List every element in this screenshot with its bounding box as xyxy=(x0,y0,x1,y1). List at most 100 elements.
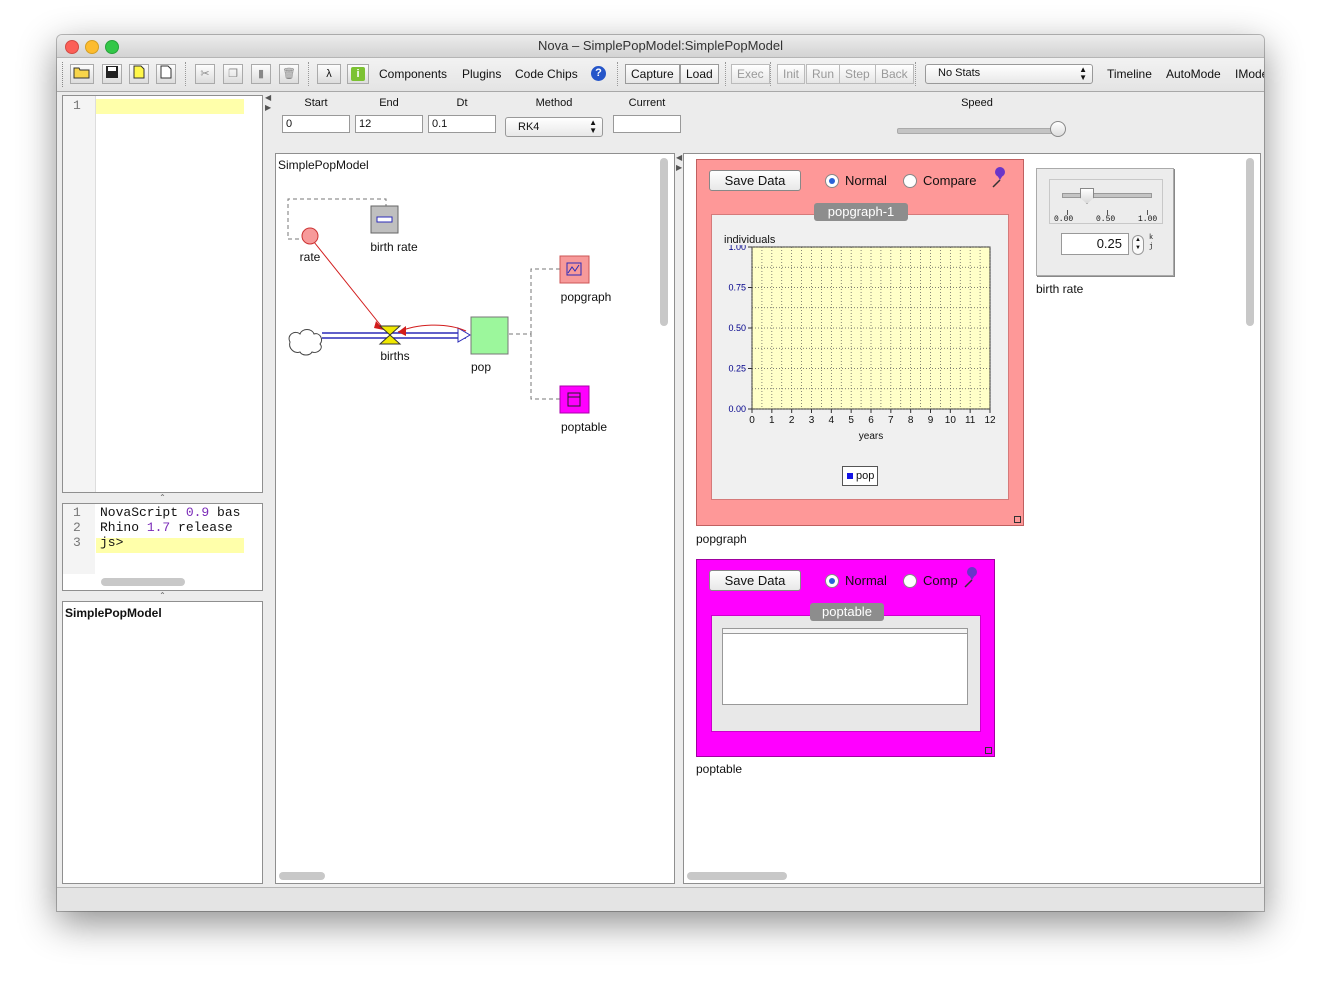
project-panel: SimplePopModel xyxy=(62,601,263,884)
new-yellow-file-button[interactable] xyxy=(129,64,149,84)
editor-line-number: 1 xyxy=(73,98,81,113)
poptable-tab[interactable]: poptable xyxy=(810,603,884,621)
splitter-handle[interactable]: ⌃ xyxy=(62,591,263,601)
popgraph-chart: 0 1 2 3 4 5 6 7 8 9 10 11 121.000.750.500.250.00year… xyxy=(728,245,996,442)
method-select[interactable]: RK4 ▲ ▼ xyxy=(505,117,603,137)
tick-label: 0.50 xyxy=(1096,215,1116,224)
editor-current-line[interactable] xyxy=(96,99,244,114)
pin-icon[interactable] xyxy=(989,166,1007,188)
app-window: Nova – SimplePopModel:SimplePopModel ✂ ❐… xyxy=(57,35,1264,911)
imode-button[interactable]: IMode xyxy=(1235,67,1264,81)
lambda-button[interactable]: λ xyxy=(317,64,341,84)
console-line-numbers: 1 2 3 xyxy=(73,505,81,550)
speed-slider-thumb[interactable] xyxy=(1050,121,1066,137)
copy-button[interactable]: ❐ xyxy=(223,64,243,84)
splitter-handle[interactable]: ⌃ xyxy=(62,493,263,503)
popgraph-normal-radio[interactable] xyxy=(825,174,839,188)
x-tick-label: 7 xyxy=(888,415,894,426)
paste-button[interactable]: ▮ xyxy=(251,64,271,84)
info-button[interactable]: i xyxy=(347,64,369,84)
run-button[interactable]: Run xyxy=(806,64,841,84)
birth-rate-value-field[interactable]: 0.25 xyxy=(1061,233,1129,255)
y-tick-label: 0.75 xyxy=(728,283,746,293)
step-button[interactable]: Step xyxy=(839,64,876,84)
console-line-number: 2 xyxy=(73,520,81,535)
cut-button[interactable]: ✂ xyxy=(195,64,215,84)
plugins-menu[interactable]: Plugins xyxy=(462,67,501,81)
console-horizontal-scrollbar[interactable] xyxy=(101,578,185,586)
init-button[interactable]: Init xyxy=(777,64,806,84)
birth-rate-slider-thumb[interactable] xyxy=(1080,188,1094,204)
end-field[interactable]: 12 xyxy=(355,115,423,133)
x-tick-label: 1 xyxy=(769,415,775,426)
load-button[interactable]: Load xyxy=(680,64,719,84)
delete-button[interactable]: 🗑 xyxy=(279,64,299,84)
poptable-node-label: poptable xyxy=(560,420,608,434)
capture-button[interactable]: Capture xyxy=(625,64,680,84)
poptable-save-data-button[interactable]: Save Data xyxy=(709,570,801,591)
start-field[interactable]: 0 xyxy=(282,115,350,133)
components-menu[interactable]: Components xyxy=(379,67,447,81)
data-table[interactable] xyxy=(722,633,968,705)
scissors-icon: ✂ xyxy=(200,68,210,80)
model-diagram xyxy=(287,198,590,414)
value-stepper[interactable]: ▲ ▼ xyxy=(1132,235,1144,255)
toolbar-separator xyxy=(185,62,187,86)
poptable-compare-radio[interactable] xyxy=(903,574,917,588)
model-canvas[interactable]: SimplePopModel rate birth rate births po… xyxy=(275,153,675,884)
open-folder-button[interactable] xyxy=(70,64,94,84)
popgraph-compare-radio[interactable] xyxy=(903,174,917,188)
dt-field[interactable]: 0.1 xyxy=(428,115,496,133)
save-button[interactable] xyxy=(102,64,122,84)
popgraph-save-data-button[interactable]: Save Data xyxy=(709,170,801,191)
output-horizontal-scrollbar[interactable] xyxy=(687,872,787,880)
script-editor[interactable]: 1 xyxy=(62,95,263,493)
poptable-compare-label: Comp xyxy=(923,573,958,588)
help-icon[interactable]: ? xyxy=(591,66,606,81)
popgraph-compare-label: Compare xyxy=(923,173,977,188)
popgraph-tab[interactable]: popgraph-1 xyxy=(814,203,908,221)
automode-button[interactable]: AutoMode xyxy=(1166,67,1221,81)
code-chips-menu[interactable]: Code Chips xyxy=(515,67,578,81)
output-vertical-scrollbar[interactable] xyxy=(1246,158,1254,326)
console-line: NovaScript 0.9 bas xyxy=(100,505,241,520)
tick-label: 0.00 xyxy=(1054,215,1074,224)
exec-button[interactable]: Exec xyxy=(731,64,770,84)
rate-node-icon[interactable] xyxy=(301,227,319,245)
stats-select-value: No Stats xyxy=(938,67,981,79)
lambda-icon: λ xyxy=(326,68,332,80)
toolbar-grip[interactable] xyxy=(62,62,65,87)
resize-handle[interactable] xyxy=(1014,516,1021,523)
resize-handle[interactable] xyxy=(985,747,992,754)
timeline-button[interactable]: Timeline xyxy=(1107,67,1152,81)
canvas-horizontal-scrollbar[interactable] xyxy=(279,872,325,880)
x-tick-label: 11 xyxy=(965,415,976,426)
pop-stock-icon[interactable] xyxy=(470,316,509,355)
console-line: js> xyxy=(100,535,124,550)
speed-slider-track[interactable] xyxy=(897,128,1061,134)
birth-rate-slider-track[interactable] xyxy=(1062,193,1152,198)
splitter-arrows[interactable]: ◀ ▶ xyxy=(265,93,271,113)
js-console[interactable]: 1 2 3 NovaScript 0.9 bas Rhino 1.7 relea… xyxy=(62,503,263,591)
poptable-node-icon[interactable] xyxy=(559,385,590,414)
open-folder-icon xyxy=(73,67,90,79)
back-button[interactable]: Back xyxy=(875,64,914,84)
toolbar-separator xyxy=(725,62,727,86)
stats-select[interactable]: No Stats ▲ ▼ xyxy=(925,64,1093,84)
end-label: End xyxy=(379,97,399,109)
console-line-number: 3 xyxy=(73,535,81,550)
poptable-normal-radio[interactable] xyxy=(825,574,839,588)
pop-node-label: pop xyxy=(470,360,492,374)
chart-legend: pop xyxy=(842,466,878,486)
cloud-icon xyxy=(288,329,323,356)
popgraph-node-icon[interactable] xyxy=(559,255,590,284)
poptable-normal-label: Normal xyxy=(845,573,887,588)
window-title: Nova – SimplePopModel:SimplePopModel xyxy=(538,38,783,53)
copy-icon: ❐ xyxy=(228,68,238,80)
y-tick-label: 0.50 xyxy=(728,323,746,333)
current-field[interactable] xyxy=(613,115,681,133)
new-file-button[interactable] xyxy=(156,64,176,84)
trash-icon: 🗑 xyxy=(282,68,296,80)
pin-icon[interactable] xyxy=(961,566,979,588)
x-tick-label: 5 xyxy=(848,415,854,426)
